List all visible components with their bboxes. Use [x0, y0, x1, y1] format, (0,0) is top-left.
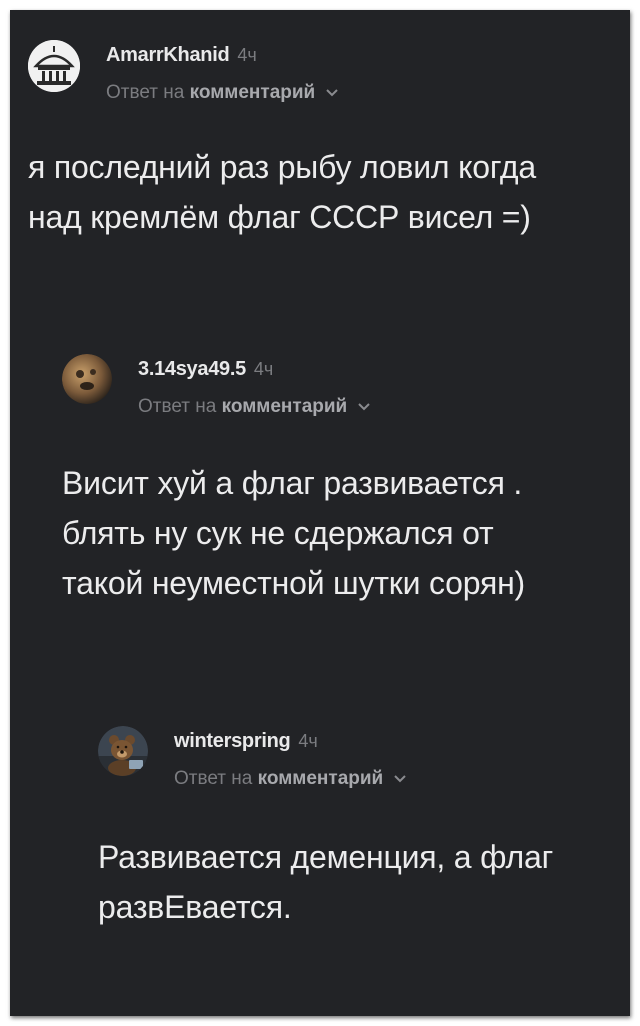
reply-comment-link[interactable]: комментарий	[222, 396, 348, 417]
comment-text: Развивается деменция, а флаг развЕвается…	[98, 832, 618, 932]
reply-to-link[interactable]: Ответ на комментарий	[174, 768, 407, 790]
reply-to-link[interactable]: Ответ на комментарий	[106, 82, 339, 104]
reply-comment-link[interactable]: комментарий	[258, 768, 384, 789]
timestamp: 4ч	[253, 359, 274, 379]
comment-text: я последний раз рыбу ловил когда над кре…	[28, 142, 618, 242]
planet-avatar-icon[interactable]	[62, 354, 112, 404]
author-name[interactable]: winterspring	[174, 730, 291, 752]
author-name[interactable]: 3.14sya49.5	[138, 358, 246, 380]
temple-avatar-icon[interactable]	[28, 40, 80, 92]
reply-to-link[interactable]: Ответ на комментарий	[138, 396, 371, 418]
chevron-down-icon[interactable]	[357, 396, 371, 418]
comment-text-line: такой неуместной шутки сорян)	[62, 565, 525, 601]
chevron-down-icon[interactable]	[393, 768, 407, 790]
comment-meta: 3.14sya49.5 4ч	[138, 358, 273, 381]
comment-text-line: развЕвается.	[98, 889, 292, 925]
reply-comment-link[interactable]: комментарий	[190, 82, 316, 103]
reply-prefix: Ответ на	[106, 82, 185, 104]
author-name[interactable]: AmarrKhanid	[106, 44, 230, 66]
comment-text-line: Развивается деменция, а флаг	[98, 839, 554, 875]
comment-thread: AmarrKhanid 4ч Ответ на комментарий я пос…	[10, 10, 630, 1016]
comment-meta: AmarrKhanid 4ч	[106, 44, 257, 67]
comment-header: 3.14sya49.5 4ч Ответ на комментарий	[62, 354, 618, 424]
timestamp: 4ч	[237, 45, 257, 65]
comment-text-line: я последний раз рыбу ловил когда	[28, 149, 536, 185]
timestamp: 4ч	[298, 731, 318, 751]
comment-text-line: блять ну сук не сдержался от	[62, 515, 494, 551]
chevron-down-icon[interactable]	[325, 82, 339, 104]
comment-meta: winterspring 4ч	[174, 730, 318, 753]
comment-text: Висит хуй а флаг развивается . блять ну …	[62, 458, 618, 608]
comment-3: winterspring 4ч Ответ на комментарий Разв…	[98, 726, 618, 932]
comment-2: 3.14sya49.5 4ч Ответ на комментарий Висит…	[62, 354, 618, 608]
comment-text-line: над кремлём флаг СССР висел =)	[28, 199, 531, 235]
comment-header: AmarrKhanid 4ч Ответ на комментарий	[28, 40, 618, 110]
comment-header: winterspring 4ч Ответ на комментарий	[98, 726, 618, 796]
reply-prefix: Ответ на	[138, 396, 217, 418]
comment-1: AmarrKhanid 4ч Ответ на комментарий я пос…	[28, 40, 618, 242]
comment-text-line: Висит хуй а флаг развивается .	[62, 465, 523, 501]
reply-prefix: Ответ на	[174, 768, 253, 790]
bear-avatar-icon[interactable]	[98, 726, 148, 776]
